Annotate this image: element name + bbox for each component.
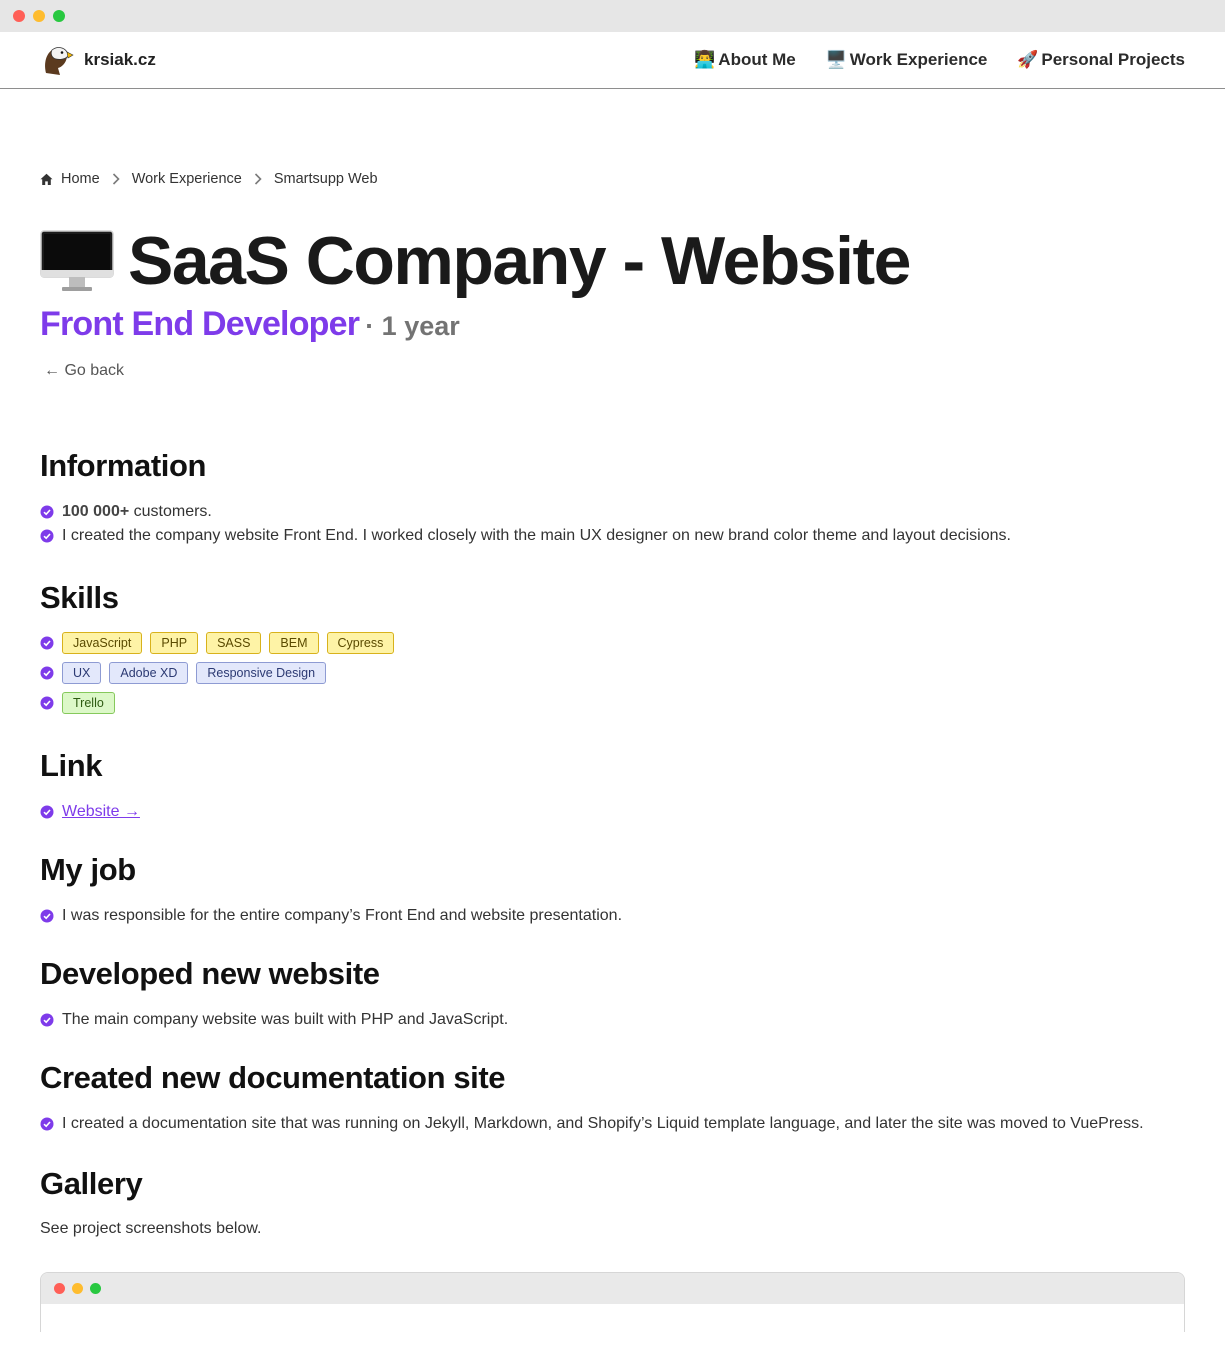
gallery-section: Gallery See project screenshots below. [40,1166,1185,1332]
section-heading: Gallery [40,1166,143,1201]
section-heading: Link [40,748,103,783]
list-item: Website → [40,800,1185,824]
page-title: SaaS Company - Website [128,223,911,299]
technologist-icon: 👨‍💻 [694,50,716,70]
nav-about-me[interactable]: 👨‍💻 About Me [694,50,795,70]
top-navigation: krsiak.cz 👨‍💻 About Me 🖥️ Work Experienc… [0,32,1225,89]
documentation-section: Created new documentation site I created… [40,1060,1185,1136]
skill-row: JavaScript PHP SASS BEM Cypress [40,632,1185,654]
check-circle-icon [40,1117,54,1131]
documentation-list: I created a documentation site that was … [40,1112,1185,1136]
list-item: I was responsible for the entire company… [40,904,1185,928]
list-item-text: I created the company website Front End.… [62,527,1011,544]
chevron-right-icon [112,173,120,185]
close-dot-icon [54,1283,65,1294]
section-heading: Created new documentation site [40,1060,506,1095]
maximize-dot-icon [90,1283,101,1294]
section-heading: My job [40,852,136,887]
nav-about-me-label: About Me [718,50,796,69]
list-item: I created a documentation site that was … [40,1112,1185,1136]
section-heading: Information [40,448,207,483]
desktop-computer-icon [40,230,114,291]
customers-count: 100 000+ [62,503,130,520]
breadcrumb-current[interactable]: Smartsupp Web [274,171,378,187]
my-job-section: My job I was responsible for the entire … [40,852,1185,928]
check-circle-icon [40,696,54,710]
website-link[interactable]: Website → [62,800,140,824]
site-brand-link[interactable]: krsiak.cz [40,43,156,77]
nav-personal-projects[interactable]: 🚀 Personal Projects [1017,50,1185,70]
breadcrumb-work-experience[interactable]: Work Experience [132,171,242,187]
developed-website-section: Developed new website The main company w… [40,956,1185,1032]
list-item: The main company website was built with … [40,1008,1185,1032]
eagle-icon [45,47,74,75]
my-job-list: I was responsible for the entire company… [40,904,1185,928]
list-item-text: The main company website was built with … [62,1011,509,1028]
breadcrumb-home-label: Home [61,171,100,187]
list-item: 100 000+ customers. [40,500,1185,524]
nav-work-experience-label: Work Experience [849,50,988,69]
list-item-text: I was responsible for the entire company… [62,907,623,924]
check-circle-icon [40,909,54,923]
nav-links: 👨‍💻 About Me 🖥️ Work Experience 🚀 Person… [694,50,1185,70]
screenshot-titlebar [41,1273,1184,1304]
skill-tags: Trello [62,692,115,714]
link-list: Website → [40,800,1185,824]
close-window-button[interactable] [13,10,25,22]
skill-tag: Trello [62,692,115,714]
desktop-computer-icon: 🖥️ [825,50,847,70]
window-titlebar [0,0,1225,32]
skill-tag: JavaScript [62,632,143,654]
gallery-description: See project screenshots below. [40,1220,262,1237]
list-item-text: 100 000+ customers. [62,500,212,524]
list-item-text: I created a documentation site that was … [62,1115,1144,1132]
home-icon [40,173,53,185]
job-duration: · 1 year [365,311,460,341]
skill-tag: Cypress [326,632,395,654]
skill-tags: UX Adobe XD Responsive Design [62,662,327,684]
skill-tag: BEM [269,632,319,654]
skill-tag: Responsive Design [196,662,327,684]
check-circle-icon [40,505,54,519]
skill-tag: PHP [150,632,199,654]
link-section: Link Website → [40,748,1185,824]
breadcrumb-home[interactable]: Home [40,171,100,187]
section-heading: Developed new website [40,956,380,991]
check-circle-icon [40,529,54,543]
skill-tag: UX [62,662,102,684]
breadcrumb: Home Work Experience Smartsupp Web [40,171,1185,187]
check-circle-icon [40,805,54,819]
nav-personal-projects-label: Personal Projects [1041,50,1185,69]
page-subtitle: Front End Developer · 1 year [40,305,1185,344]
skill-tags: JavaScript PHP SASS BEM Cypress [62,632,395,654]
information-section: Information 100 000+ customers. I create… [40,448,1185,548]
rocket-icon: 🚀 [1017,50,1039,70]
go-back-link[interactable]: ← Go back [40,362,124,380]
developed-website-list: The main company website was built with … [40,1008,1185,1032]
skill-tag: Adobe XD [109,662,189,684]
check-circle-icon [40,636,54,650]
minimize-window-button[interactable] [33,10,45,22]
skills-section: Skills JavaScript PHP SASS BEM Cypress U… [40,580,1185,714]
skill-row: UX Adobe XD Responsive Design [40,662,1185,684]
site-name: krsiak.cz [84,50,156,69]
skills-list: JavaScript PHP SASS BEM Cypress UX Adobe… [40,632,1185,714]
gallery-screenshot-frame [40,1272,1185,1332]
nav-work-experience[interactable]: 🖥️ Work Experience [826,50,988,70]
page-title-row: SaaS Company - Website [40,227,1185,295]
section-heading: Skills [40,580,119,615]
job-role: Front End Developer [40,305,360,343]
minimize-dot-icon [72,1283,83,1294]
customers-label: customers. [129,503,212,520]
skill-tag: SASS [206,632,262,654]
main-content: Home Work Experience Smartsupp Web SaaS … [0,171,1225,1332]
check-circle-icon [40,1013,54,1027]
chevron-right-icon [254,173,262,185]
information-list: 100 000+ customers. I created the compan… [40,500,1185,548]
list-item: I created the company website Front End.… [40,524,1185,548]
check-circle-icon [40,666,54,680]
skill-row: Trello [40,692,1185,714]
maximize-window-button[interactable] [53,10,65,22]
